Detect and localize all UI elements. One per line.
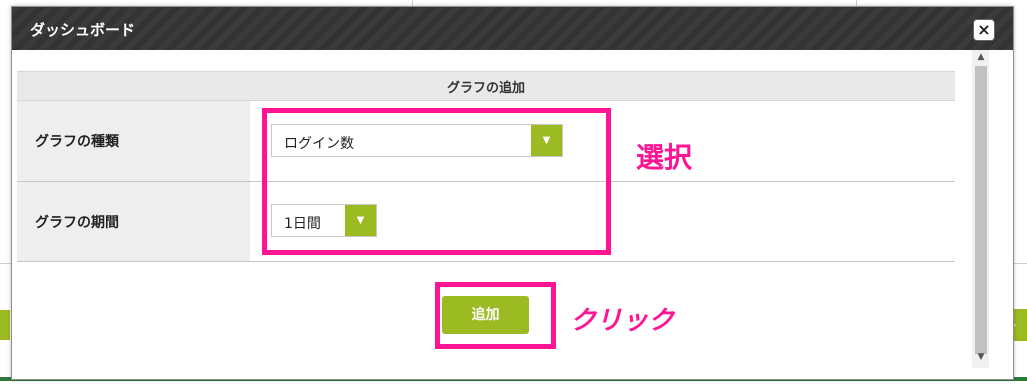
scroll-up-arrow-icon[interactable]: ▲ (974, 50, 988, 64)
graph-period-label: グラフの期間 (17, 181, 250, 262)
form-section-title: グラフの追加 (17, 71, 955, 101)
annotation-highlight-select (262, 108, 611, 255)
scrollbar-thumb[interactable] (975, 66, 987, 354)
annotation-click-text: クリック (570, 306, 675, 336)
close-button[interactable]: × (973, 19, 995, 41)
background-green-tab (0, 310, 10, 340)
annotation-select-text: 選択 (636, 141, 693, 174)
close-icon: × (977, 20, 991, 39)
annotation-highlight-click (435, 282, 556, 349)
graph-type-label: グラフの種類 (17, 100, 250, 182)
scroll-down-arrow-icon[interactable]: ▼ (974, 350, 988, 364)
modal-title: ダッシュボード (30, 21, 136, 39)
modal-header: ダッシュボード × (12, 7, 1013, 50)
